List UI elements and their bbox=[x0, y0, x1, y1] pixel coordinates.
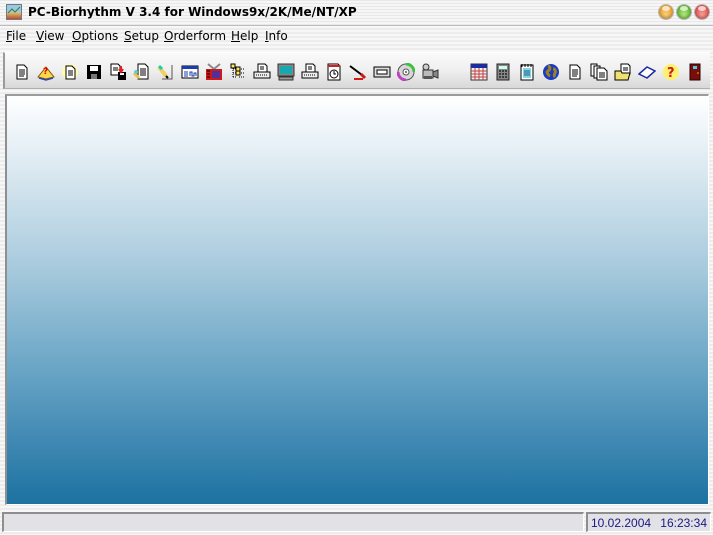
tree-list-icon bbox=[230, 63, 245, 78]
save-as-button[interactable] bbox=[109, 63, 127, 81]
tree-list-button[interactable] bbox=[229, 63, 247, 81]
menu-label: ptions bbox=[81, 29, 119, 43]
menu-label: etup bbox=[131, 29, 159, 43]
window-title: PC-Biorhythm V 3.4 for Windows9x/2K/Me/N… bbox=[28, 5, 357, 19]
status-time: 16:23:34 bbox=[660, 516, 707, 530]
menu-label: elp bbox=[240, 29, 259, 43]
edit-document-button[interactable] bbox=[133, 63, 151, 81]
exit-door-icon bbox=[689, 63, 701, 81]
app-icon bbox=[6, 4, 22, 20]
open-folder-icon bbox=[614, 63, 631, 81]
new-sparkle-document-icon bbox=[62, 64, 78, 80]
calendar-clock-button[interactable] bbox=[325, 63, 343, 81]
menu-options[interactable]: Options bbox=[72, 29, 118, 43]
main-content-area bbox=[7, 96, 708, 504]
video-camera-button[interactable] bbox=[421, 63, 439, 81]
exit-button[interactable] bbox=[686, 63, 704, 81]
title-bar: PC-Biorhythm V 3.4 for Windows9x/2K/Me/N… bbox=[0, 0, 713, 26]
status-datetime-panel: 10.02.2004 16:23:34 bbox=[586, 512, 711, 532]
help-book-button[interactable]: ? bbox=[37, 63, 55, 81]
status-message bbox=[2, 512, 584, 532]
minimize-button[interactable] bbox=[659, 5, 673, 19]
question-icon: ? bbox=[663, 64, 679, 81]
cd-icon bbox=[397, 63, 415, 81]
paint-brush-button[interactable] bbox=[349, 63, 367, 81]
save-button[interactable] bbox=[85, 63, 103, 81]
message-icon bbox=[373, 66, 391, 78]
menu-info[interactable]: Info bbox=[265, 29, 288, 43]
save-as-icon bbox=[110, 63, 126, 80]
svg-text:?: ? bbox=[667, 66, 675, 81]
menu-orderform[interactable]: Orderform bbox=[164, 29, 226, 43]
calculator-button[interactable] bbox=[494, 63, 512, 81]
menu-label: nfo bbox=[268, 29, 288, 43]
print-button[interactable] bbox=[253, 63, 271, 81]
print-preview-icon bbox=[301, 63, 319, 79]
globe-icon bbox=[543, 64, 559, 80]
calendar-clock-icon bbox=[327, 63, 341, 81]
new-document-button[interactable] bbox=[13, 63, 31, 81]
print-icon bbox=[253, 63, 271, 79]
edit-document-icon bbox=[133, 63, 149, 80]
notepad-icon bbox=[520, 64, 534, 81]
menu-mnemonic: H bbox=[231, 29, 241, 43]
notepad-button[interactable] bbox=[518, 63, 536, 81]
help-book-icon: ? bbox=[37, 66, 55, 81]
menu-view[interactable]: View bbox=[36, 29, 64, 43]
help-button[interactable]: ? bbox=[662, 63, 680, 81]
svg-text:?: ? bbox=[43, 67, 48, 77]
open-book-icon bbox=[638, 66, 656, 79]
menu-help[interactable]: Help bbox=[231, 29, 258, 43]
status-date: 10.02.2004 bbox=[591, 516, 652, 530]
calendar-grid-icon bbox=[470, 63, 488, 81]
menu-label: iew bbox=[43, 29, 65, 43]
multiple-documents-icon bbox=[590, 63, 608, 81]
cd-button[interactable] bbox=[397, 63, 415, 81]
document-button[interactable] bbox=[566, 63, 584, 81]
save-floppy-icon bbox=[87, 65, 101, 79]
edit-pen-icon bbox=[157, 64, 173, 80]
menu-file[interactable]: File bbox=[6, 29, 26, 43]
main-content-frame bbox=[5, 94, 709, 505]
open-book-button[interactable] bbox=[638, 63, 656, 81]
calculator-icon bbox=[496, 63, 510, 81]
window-chart-button[interactable] bbox=[181, 63, 199, 81]
menu-setup[interactable]: Setup bbox=[124, 29, 159, 43]
monitor-button[interactable] bbox=[277, 63, 295, 81]
video-camera-icon bbox=[422, 63, 439, 79]
open-folder-button[interactable] bbox=[614, 63, 632, 81]
edit-pen-button[interactable] bbox=[157, 63, 175, 81]
monitor-icon bbox=[277, 63, 295, 81]
film-button[interactable] bbox=[205, 63, 223, 81]
toolbar: ? ? bbox=[3, 52, 710, 89]
multiple-documents-button[interactable] bbox=[590, 63, 608, 81]
window-chart-icon bbox=[181, 65, 199, 79]
status-bar: 10.02.2004 16:23:34 bbox=[2, 512, 711, 532]
close-button[interactable] bbox=[695, 5, 709, 19]
menu-mnemonic: S bbox=[124, 29, 132, 43]
globe-button[interactable] bbox=[542, 63, 560, 81]
menu-mnemonic: V bbox=[36, 29, 44, 43]
new-sparkle-document-button[interactable] bbox=[61, 63, 79, 81]
maximize-button[interactable] bbox=[677, 5, 691, 19]
print-preview-button[interactable] bbox=[301, 63, 319, 81]
menu-label: rderform bbox=[173, 29, 227, 43]
document-icon bbox=[569, 64, 581, 80]
new-document-icon bbox=[16, 64, 28, 80]
calendar-grid-button[interactable] bbox=[470, 63, 488, 81]
message-button[interactable] bbox=[373, 63, 391, 81]
menu-bar: File View Options Setup Orderform Help I… bbox=[0, 26, 713, 45]
paint-brush-icon bbox=[349, 65, 367, 80]
menu-label: ile bbox=[12, 29, 27, 43]
film-icon bbox=[206, 63, 222, 80]
